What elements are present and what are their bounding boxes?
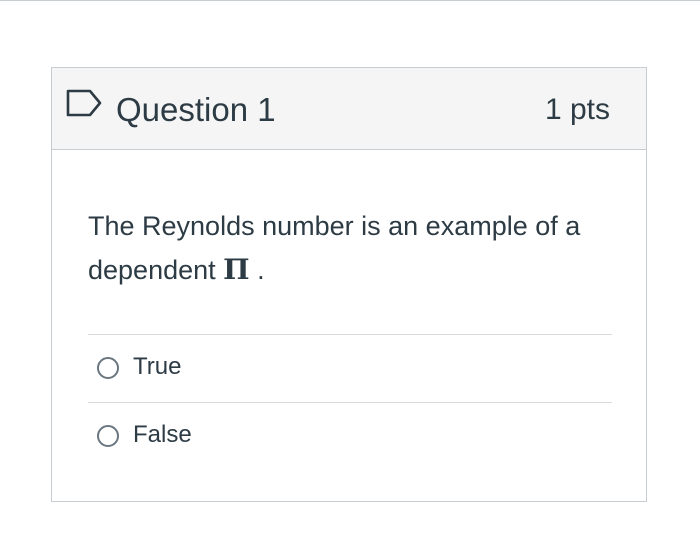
question-text: The Reynolds number is an example of a d…	[88, 204, 612, 292]
answer-list: True False	[88, 334, 612, 470]
question-card: Question 1 1 pts The Reynolds number is …	[51, 67, 647, 502]
question-points: 1 pts	[544, 93, 610, 126]
answer-option-false[interactable]: False	[88, 402, 612, 470]
top-divider	[0, 0, 700, 1]
radio-unselected-icon[interactable]	[97, 425, 119, 447]
question-text-main: The Reynolds number is an example of a d…	[88, 211, 581, 285]
answer-label-false: False	[133, 421, 192, 448]
question-text-end: .	[249, 255, 265, 285]
radio-unselected-icon[interactable]	[97, 357, 119, 379]
pi-symbol: Π	[223, 253, 250, 286]
question-header: Question 1 1 pts	[52, 68, 646, 150]
flag-question-icon[interactable]	[66, 88, 102, 118]
question-title: Question 1	[116, 91, 276, 128]
answer-label-true: True	[133, 353, 182, 380]
answer-option-true[interactable]: True	[88, 334, 612, 402]
question-body: The Reynolds number is an example of a d…	[88, 150, 612, 470]
